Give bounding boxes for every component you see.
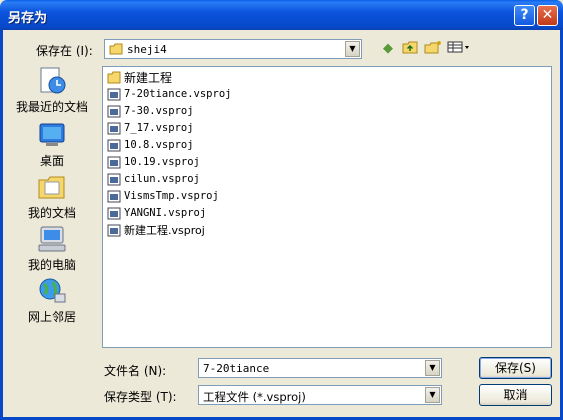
vsproj-file-icon <box>107 207 121 219</box>
vsproj-file-icon <box>107 88 121 100</box>
title-bar[interactable]: 另存为 ? ✕ <box>0 0 563 30</box>
save-in-value: sheji4 <box>127 43 167 56</box>
my-computer-icon <box>38 226 66 252</box>
new-folder-icon[interactable] <box>423 40 443 58</box>
vsproj-file-icon <box>107 139 121 151</box>
list-item[interactable]: 10.8.vsproj <box>107 137 194 153</box>
vsproj-file-icon <box>107 173 121 185</box>
place-desktop[interactable]: 桌面 <box>10 120 94 170</box>
filename-input[interactable]: 7-20tiance ▼ <box>198 358 442 378</box>
vsproj-file-icon <box>107 224 121 236</box>
list-item[interactable]: VismsTmp.vsproj <box>107 188 219 204</box>
desktop-icon <box>39 123 65 146</box>
file-list[interactable]: 新建工程 7-20tiance.vsproj 7-30.vsproj 7_17.… <box>102 66 552 348</box>
vsproj-file-icon <box>107 105 121 117</box>
recent-documents-icon <box>40 67 66 94</box>
back-icon[interactable]: ◆ <box>378 40 398 58</box>
list-item-folder[interactable]: 新建工程 <box>107 69 172 85</box>
close-button[interactable]: ✕ <box>537 5 558 26</box>
save-button[interactable]: 保存(S) <box>479 357 552 379</box>
places-bar: 我最近的文档 桌面 我的文档 我的电脑 网上邻居 <box>10 66 94 336</box>
list-item[interactable]: cilun.vsproj <box>107 171 200 187</box>
list-item[interactable]: 10.19.vsproj <box>107 154 200 170</box>
up-folder-icon[interactable] <box>400 40 420 58</box>
vsproj-file-icon <box>107 190 121 202</box>
cancel-button[interactable]: 取消 <box>479 384 552 406</box>
list-item[interactable]: 7-30.vsproj <box>107 103 194 119</box>
place-my-computer[interactable]: 我的电脑 <box>10 224 94 274</box>
window-title: 另存为 <box>8 11 48 26</box>
folder-icon <box>109 43 123 55</box>
network-places-icon <box>39 278 66 303</box>
view-menu-icon[interactable] <box>446 40 472 58</box>
filename-value: 7-20tiance <box>203 362 270 375</box>
list-item[interactable]: 7_17.vsproj <box>107 120 194 136</box>
filetype-select[interactable]: 工程文件 (*.vsproj) ▼ <box>198 385 442 405</box>
list-item[interactable]: 7-20tiance.vsproj <box>107 86 231 102</box>
filename-label: 文件名 (N): <box>104 364 167 378</box>
chevron-down-icon[interactable]: ▼ <box>425 387 440 403</box>
chevron-down-icon[interactable]: ▼ <box>425 360 440 376</box>
place-network[interactable]: 网上邻居 <box>10 276 94 326</box>
save-in-label: 保存在 (I): <box>36 44 93 58</box>
vsproj-file-icon <box>107 156 121 168</box>
chevron-down-icon[interactable]: ▼ <box>345 41 360 57</box>
vsproj-file-icon <box>107 122 121 134</box>
filetype-label: 保存类型 (T): <box>104 390 177 404</box>
filetype-value: 工程文件 (*.vsproj) <box>203 390 306 404</box>
list-item[interactable]: 新建工程.vsproj <box>107 222 205 238</box>
help-button[interactable]: ? <box>514 5 535 26</box>
folder-icon <box>107 71 121 83</box>
my-documents-icon <box>38 176 65 199</box>
place-recent[interactable]: 我最近的文档 <box>10 66 94 116</box>
list-item[interactable]: YANGNI.vsproj <box>107 205 206 221</box>
save-in-combo[interactable]: sheji4 ▼ <box>104 39 362 59</box>
place-my-documents[interactable]: 我的文档 <box>10 172 94 222</box>
